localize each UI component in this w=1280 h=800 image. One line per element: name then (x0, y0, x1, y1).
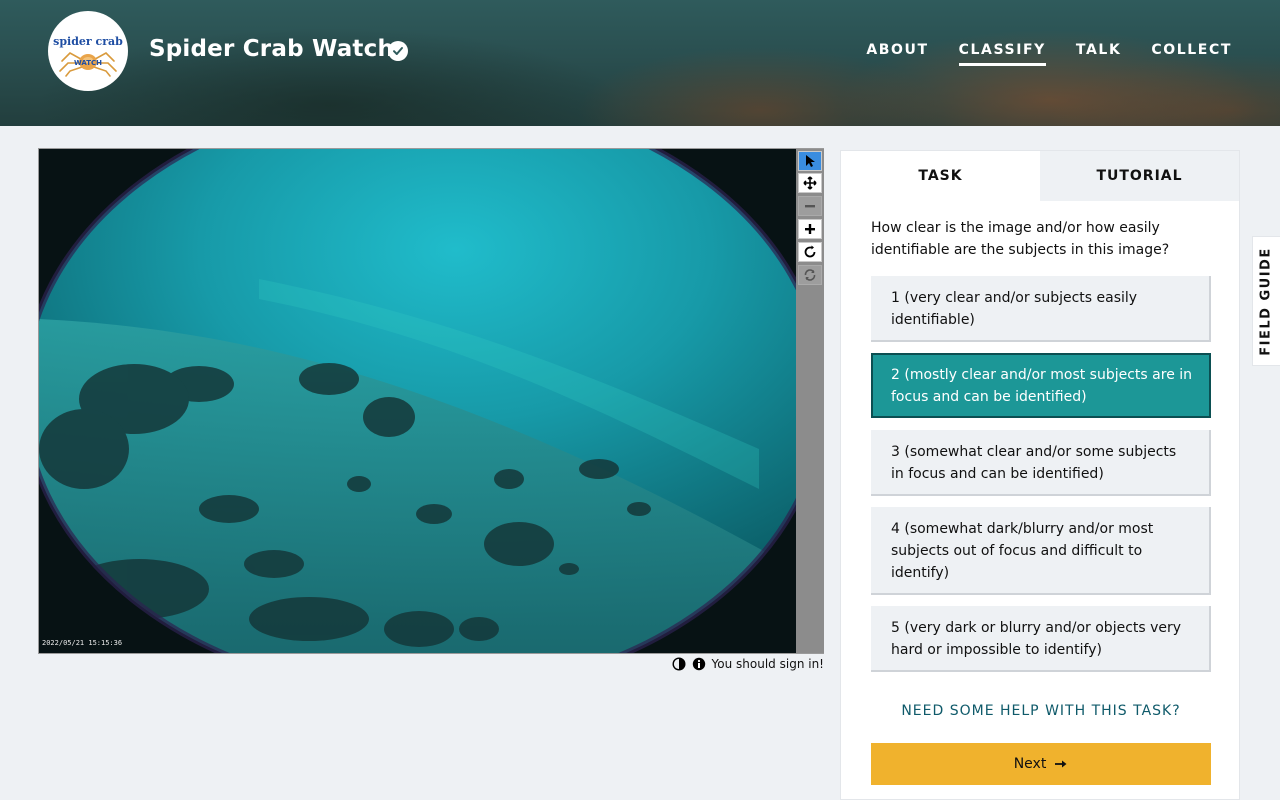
image-timestamp: 2022/05/21 15:15:36 (42, 639, 123, 647)
task-question: How clear is the image and/or how easily… (871, 220, 1170, 258)
task-tabs: TASK TUTORIAL (841, 151, 1239, 201)
pointer-tool-button[interactable] (798, 151, 822, 171)
task-help-link[interactable]: NEED SOME HELP WITH THIS TASK? (871, 703, 1211, 719)
reset-icon (804, 269, 816, 281)
pointer-icon (806, 155, 815, 167)
tab-task[interactable]: TASK (841, 151, 1040, 201)
nav-talk[interactable]: TALK (1076, 42, 1121, 66)
task-panel: TASK TUTORIAL How clear is the image and… (840, 150, 1240, 800)
site-header: spider crab WATCH Spider Crab Watch ABOU… (0, 0, 1280, 126)
project-nav: ABOUT CLASSIFY TALK COLLECT (866, 42, 1232, 66)
rotate-icon (804, 245, 816, 258)
project-logo[interactable]: spider crab WATCH (48, 11, 128, 91)
answer-option-2[interactable]: 2 (mostly clear and/or most subjects are… (871, 353, 1211, 418)
viewer-meta-row: You should sign in! (672, 657, 824, 671)
image-toolbar (796, 149, 824, 653)
field-guide-tab[interactable]: FIELD GUIDE (1252, 236, 1280, 366)
reset-button[interactable] (798, 265, 822, 285)
underwater-photo (39, 149, 796, 653)
nav-about[interactable]: ABOUT (866, 42, 928, 66)
field-guide-label: FIELD GUIDE (1259, 246, 1274, 356)
next-button[interactable]: Next (871, 743, 1211, 785)
answer-option-5[interactable]: 5 (very dark or blurry and/or objects ve… (871, 606, 1211, 672)
answer-option-1[interactable]: 1 (very clear and/or subjects easily ide… (871, 276, 1211, 342)
logo-text-top: spider crab (53, 34, 123, 48)
move-tool-button[interactable] (798, 173, 822, 193)
verified-badge-icon (388, 41, 408, 61)
sign-in-message: You should sign in! (711, 657, 824, 671)
subject-image[interactable]: 2022/05/21 15:15:36 (39, 149, 796, 653)
nav-classify[interactable]: CLASSIFY (958, 42, 1046, 66)
subject-viewer: 2022/05/21 15:15:36 (38, 148, 824, 654)
answer-option-4[interactable]: 4 (somewhat dark/blurry and/or most subj… (871, 507, 1211, 595)
info-icon[interactable] (692, 657, 706, 671)
zoom-in-button[interactable] (798, 219, 822, 239)
tab-tutorial[interactable]: TUTORIAL (1040, 151, 1239, 201)
nav-collect[interactable]: COLLECT (1151, 42, 1232, 66)
zoom-out-icon (805, 205, 815, 208)
next-button-label: Next (1013, 756, 1047, 772)
rotate-button[interactable] (798, 242, 822, 262)
answer-option-3[interactable]: 3 (somewhat clear and/or some subjects i… (871, 430, 1211, 496)
arrow-right-icon (1055, 760, 1067, 768)
logo-text-bottom: WATCH (73, 58, 103, 67)
contrast-icon[interactable] (672, 657, 686, 671)
move-icon (803, 176, 817, 190)
zoom-in-icon (805, 224, 815, 234)
zoom-out-button[interactable] (798, 196, 822, 216)
project-title[interactable]: Spider Crab Watch (149, 36, 394, 62)
